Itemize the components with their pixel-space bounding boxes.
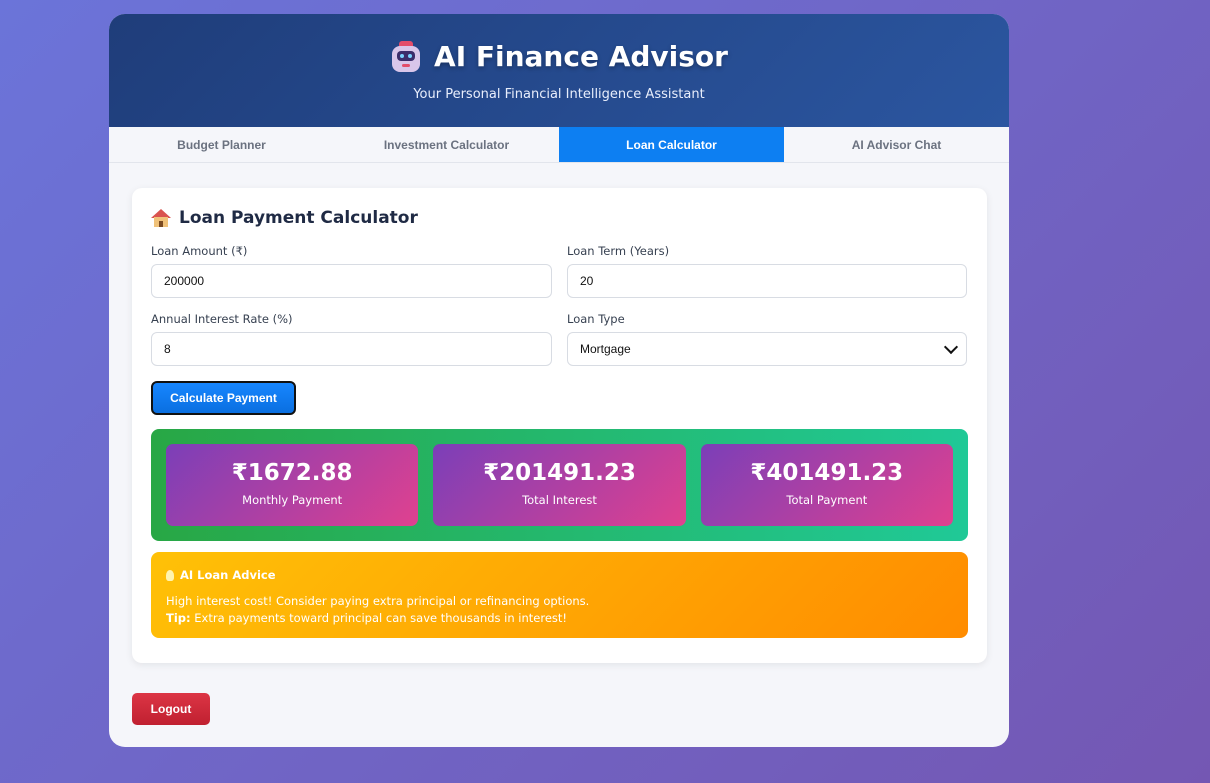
house-icon <box>151 209 171 227</box>
total-interest-value: ₹201491.23 <box>483 460 636 486</box>
tab-investment-calculator[interactable]: Investment Calculator <box>334 127 559 162</box>
tip-text: Extra payments toward principal can save… <box>190 611 568 625</box>
interest-rate-input[interactable]: 8 <box>151 332 552 366</box>
loan-term-label: Loan Term (Years) <box>567 244 670 258</box>
loan-amount-field: Loan Amount (₹) 200000 <box>151 244 552 298</box>
app-title: AI Finance Advisor <box>434 40 728 73</box>
calculate-payment-button[interactable]: Calculate Payment <box>151 381 296 415</box>
loan-type-select[interactable]: Mortgage <box>567 332 967 366</box>
ai-advice-box: AI Loan Advice High interest cost! Consi… <box>151 552 968 638</box>
loan-amount-label: Loan Amount (₹) <box>151 244 248 258</box>
app-subtitle: Your Personal Financial Intelligence Ass… <box>413 87 705 102</box>
total-payment-value: ₹401491.23 <box>750 460 904 486</box>
total-payment-stat: ₹401491.23 Total Payment <box>700 444 953 526</box>
interest-rate-field: Annual Interest Rate (%) 8 <box>151 312 552 366</box>
loan-calculator-card: Loan Payment Calculator Loan Amount (₹) … <box>132 188 987 663</box>
app-container: AI Finance Advisor Your Personal Financi… <box>109 14 1009 747</box>
lightbulb-icon <box>166 569 174 581</box>
total-interest-label: Total Interest <box>522 493 597 507</box>
loan-term-input[interactable]: 20 <box>567 264 967 298</box>
robot-icon <box>390 40 422 73</box>
card-title: Loan Payment Calculator <box>151 208 968 228</box>
monthly-payment-value: ₹1672.88 <box>231 460 353 486</box>
loan-amount-input[interactable]: 200000 <box>151 264 552 298</box>
app-header: AI Finance Advisor Your Personal Financi… <box>109 14 1009 127</box>
advice-tip: Tip: Extra payments toward principal can… <box>166 611 953 625</box>
results-panel: ₹1672.88 Monthly Payment ₹201491.23 Tota… <box>151 429 968 541</box>
logout-button[interactable]: Logout <box>132 693 210 725</box>
loan-type-field: Loan Type Mortgage <box>567 312 967 366</box>
tab-budget-planner[interactable]: Budget Planner <box>109 127 334 162</box>
tab-bar: Budget Planner Investment Calculator Loa… <box>109 127 1009 163</box>
advice-text: High interest cost! Consider paying extr… <box>166 594 590 608</box>
advice-title: AI Loan Advice <box>166 568 953 582</box>
monthly-payment-label: Monthly Payment <box>242 493 343 507</box>
interest-rate-label: Annual Interest Rate (%) <box>151 312 293 326</box>
title-row: AI Finance Advisor <box>109 40 1009 73</box>
loan-type-value: Mortgage <box>580 342 631 356</box>
tab-ai-advisor-chat[interactable]: AI Advisor Chat <box>784 127 1009 162</box>
loan-term-field: Loan Term (Years) 20 <box>567 244 967 298</box>
total-interest-stat: ₹201491.23 Total Interest <box>433 444 686 526</box>
total-payment-label: Total Payment <box>786 493 868 507</box>
tab-loan-calculator[interactable]: Loan Calculator <box>559 127 784 162</box>
monthly-payment-stat: ₹1672.88 Monthly Payment <box>166 444 419 526</box>
chevron-down-icon <box>943 339 959 354</box>
loan-type-label: Loan Type <box>567 312 625 326</box>
advice-title-text: AI Loan Advice <box>180 568 276 582</box>
card-title-text: Loan Payment Calculator <box>179 208 418 228</box>
form-grid: Loan Amount (₹) 200000 Loan Term (Years)… <box>151 244 968 366</box>
tip-label: Tip: <box>166 611 191 625</box>
